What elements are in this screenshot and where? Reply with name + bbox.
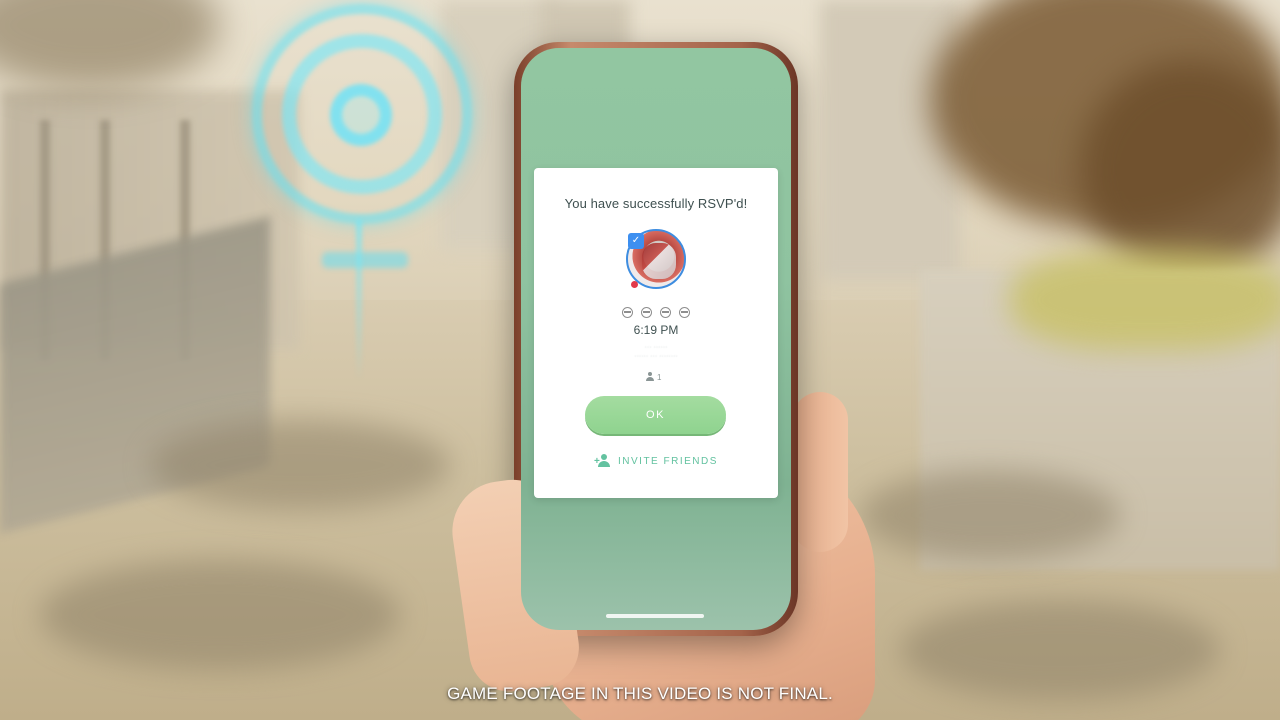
raid-location: ··· ······ ······ ··· ········ <box>534 343 778 361</box>
raid-difficulty <box>622 307 690 319</box>
person-icon <box>646 372 654 382</box>
invite-friends-label: INVITE FRIENDS <box>618 455 718 467</box>
dialog-title: You have successfully RSVP'd! <box>564 196 748 211</box>
video-disclaimer-caption: GAME FOOTAGE IN THIS VIDEO IS NOT FINAL. <box>447 684 833 703</box>
ok-button[interactable]: OK <box>585 396 726 434</box>
raid-time: 6:19 PM <box>633 323 679 337</box>
location-line: ······ ··· ········ <box>634 353 678 360</box>
ground-shadow <box>860 470 1120 560</box>
difficulty-skull-icon <box>660 307 671 318</box>
ground-shadow <box>40 560 400 670</box>
hand-finger <box>792 392 848 552</box>
attendee-count-value: 1 <box>657 372 662 382</box>
raid-pass-indicator-icon <box>631 281 638 288</box>
calendar-check-icon: ✓ <box>628 233 644 249</box>
difficulty-skull-icon <box>641 307 652 318</box>
attendee-count: 1 <box>646 371 661 383</box>
location-line: ··· ······ <box>644 344 668 351</box>
bush <box>1010 250 1280 350</box>
difficulty-skull-icon <box>679 307 690 318</box>
ground-shadow <box>150 420 450 510</box>
home-indicator[interactable] <box>606 614 704 618</box>
add-friend-icon: + <box>594 454 612 468</box>
difficulty-skull-icon <box>622 307 633 318</box>
invite-friends-button[interactable]: + INVITE FRIENDS <box>594 451 718 471</box>
